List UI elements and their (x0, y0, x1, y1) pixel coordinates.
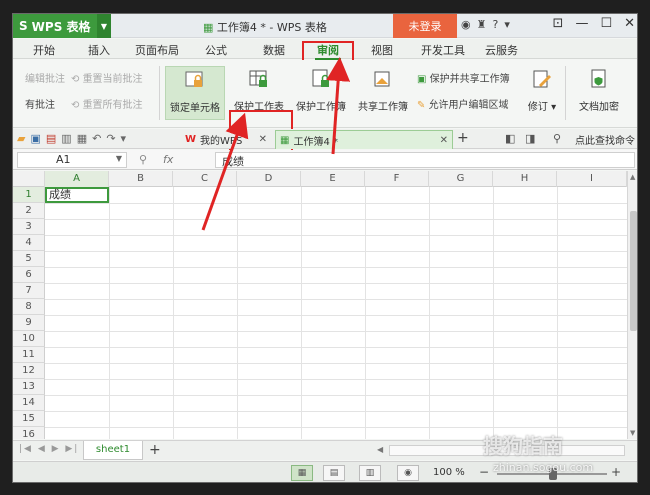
watermark-brand: 搜狗指南 (483, 434, 563, 458)
scroll-left-icon[interactable]: ◀ (377, 445, 383, 454)
add-sheet-icon[interactable]: + (149, 442, 161, 458)
normal-view-icon[interactable]: ▦ (291, 465, 313, 481)
watermark-url: zhinan.sogou.com (493, 461, 594, 474)
zoom-in-icon[interactable]: + (611, 465, 621, 479)
arrow-to-review-tab (326, 57, 351, 155)
page-layout-view-icon[interactable]: ▤ (323, 465, 345, 481)
page-break-view-icon[interactable]: ▥ (359, 465, 381, 481)
annotation-arrows (201, 57, 351, 231)
sheet-nav-arrows[interactable]: |◀ ◀ ▶ ▶| (19, 444, 79, 454)
zoom-level: 100 % (433, 467, 465, 478)
sheet-tab-sheet1[interactable]: sheet1 (83, 441, 143, 460)
zoom-out-icon[interactable]: − (479, 465, 489, 479)
wps-window: S WPS 表格 ▼ ▦ 工作簿4 * - WPS 表格 未登录 ◉ ♜ ? ▾… (12, 13, 638, 483)
arrow-to-protect-sheet (201, 112, 249, 231)
reading-view-icon[interactable]: ◉ (397, 465, 419, 481)
